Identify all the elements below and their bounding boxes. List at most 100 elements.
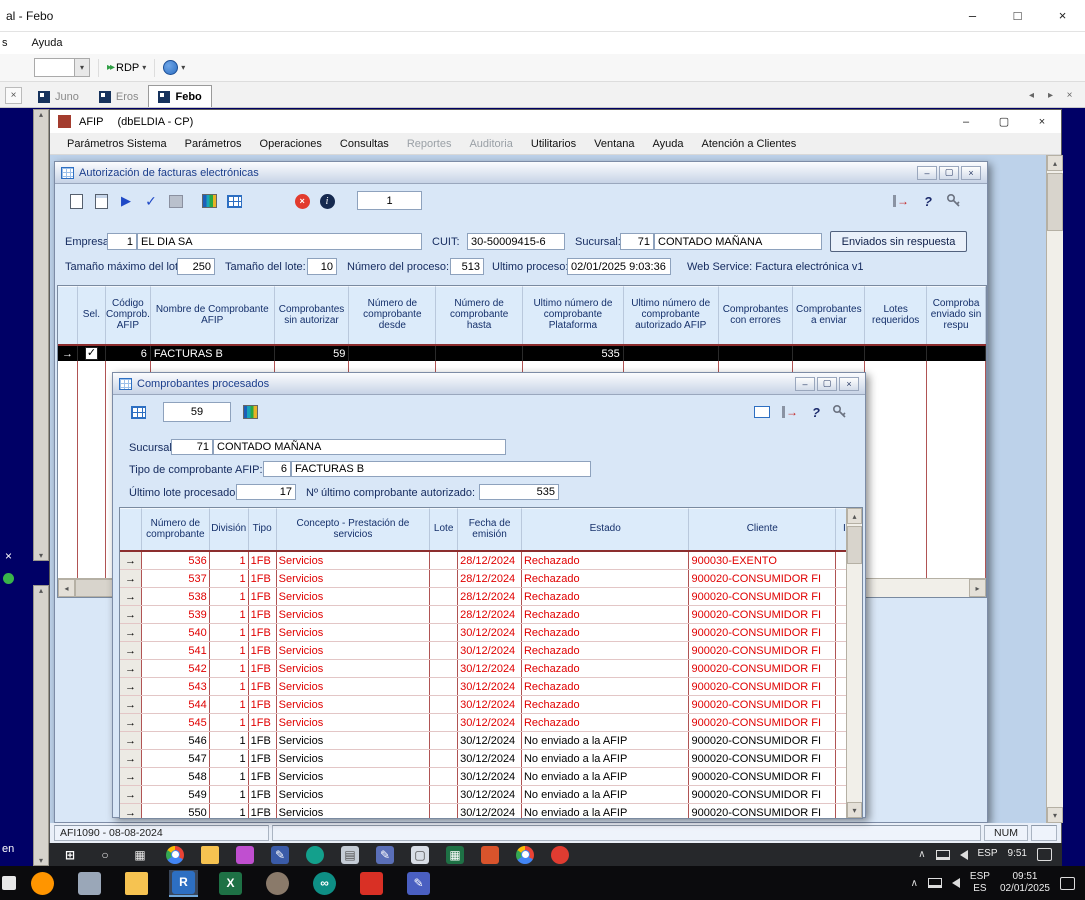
minimize-button[interactable]: – xyxy=(795,377,815,391)
table-row[interactable]: → 546 1 1FB Servicios 30/12/2024 No envi… xyxy=(120,732,862,750)
ultimo-comprobante-field[interactable]: 535 xyxy=(479,484,559,500)
exit-button[interactable]: → xyxy=(779,401,801,423)
close-button[interactable]: × xyxy=(1040,0,1085,31)
column-header[interactable]: Número de comprobante desde xyxy=(349,286,436,344)
firefox-icon[interactable] xyxy=(28,871,57,896)
column-header[interactable]: División xyxy=(210,508,249,550)
paint-app-icon[interactable] xyxy=(233,845,257,865)
empresa-name-field[interactable]: EL DIA SA xyxy=(137,233,422,250)
table-row[interactable]: → 537 1 1FB Servicios 28/12/2024 Rechaza… xyxy=(120,570,862,588)
column-header[interactable]: Tipo xyxy=(249,508,277,550)
clipped-taskbar-icon[interactable] xyxy=(2,876,16,890)
scroll-up-icon[interactable]: ▴ xyxy=(847,508,862,524)
minimize-button[interactable]: – xyxy=(950,0,995,31)
selected-checkbox[interactable]: ✓ xyxy=(85,347,98,360)
scroll-up-icon[interactable]: ▴ xyxy=(1047,155,1063,171)
export-grid-button[interactable] xyxy=(223,190,245,212)
clock[interactable]: 09:51 02/01/2025 xyxy=(1000,871,1050,896)
table-row[interactable]: → 547 1 1FB Servicios 30/12/2024 No envi… xyxy=(120,750,862,768)
column-header[interactable]: Fecha de emisión xyxy=(458,508,522,550)
menu-item[interactable]: Consultas xyxy=(331,138,398,150)
menu-item[interactable]: Operaciones xyxy=(251,138,331,150)
confirm-button[interactable]: ✓ xyxy=(140,190,162,212)
column-header[interactable]: Comproba enviado sin respu xyxy=(927,286,986,344)
tray-expand-icon[interactable]: ∧ xyxy=(911,878,918,889)
start-icon[interactable]: ⊞ xyxy=(58,845,82,865)
menu-item[interactable]: Auditoria xyxy=(460,138,521,150)
restore-button[interactable]: ▢ xyxy=(985,110,1023,133)
left-panel-scrollbar-2[interactable]: ▴ ▾ xyxy=(33,585,49,866)
scroll-right-icon[interactable]: ▸ xyxy=(969,579,986,597)
sucursal-name-field[interactable]: CONTADO MAÑANA xyxy=(213,439,506,455)
lote-field[interactable]: 10 xyxy=(307,258,337,275)
column-header[interactable]: Sel. xyxy=(78,286,106,344)
table-row[interactable]: → 539 1 1FB Servicios 28/12/2024 Rechaza… xyxy=(120,606,862,624)
minimize-button[interactable]: – xyxy=(917,166,937,180)
language-indicator[interactable]: ESP xyxy=(978,848,998,861)
table-row[interactable]: → 548 1 1FB Servicios 30/12/2024 No envi… xyxy=(120,768,862,786)
document-app-icon[interactable]: ▤ xyxy=(338,845,362,865)
session-tab[interactable]: Eros xyxy=(89,85,149,107)
scroll-up-icon[interactable]: ▴ xyxy=(39,110,43,119)
sucursal-code-field[interactable]: 71 xyxy=(620,233,654,250)
column-header[interactable]: Estado xyxy=(522,508,690,550)
table-row[interactable]: → 550 1 1FB Servicios 30/12/2024 No envi… xyxy=(120,804,862,819)
close-button[interactable]: × xyxy=(839,377,859,391)
window-app-icon[interactable]: ▢ xyxy=(408,845,432,865)
table-row[interactable]: → 544 1 1FB Servicios 30/12/2024 Rechaza… xyxy=(120,696,862,714)
menu-item-ayuda[interactable]: Ayuda xyxy=(8,37,63,49)
note-app-icon[interactable]: ✎ xyxy=(404,871,433,896)
grid-vertical-scrollbar[interactable]: ▴ ▾ xyxy=(846,508,862,818)
table-row[interactable]: → 541 1 1FB Servicios 30/12/2024 Rechaza… xyxy=(120,642,862,660)
column-header[interactable]: Código Comprob. AFIP xyxy=(106,286,151,344)
left-panel-scrollbar[interactable]: ▴ ▾ xyxy=(33,109,49,561)
tipo-code-field[interactable]: 6 xyxy=(263,461,291,477)
tray-expand-icon[interactable]: ∧ xyxy=(918,849,925,860)
columns-button[interactable] xyxy=(198,190,220,212)
process-counter-field[interactable]: 1 xyxy=(357,191,422,210)
help-button[interactable]: ? xyxy=(917,190,939,212)
column-header[interactable]: Comprobantes sin autorizar xyxy=(275,286,350,344)
table-row[interactable]: → 536 1 1FB Servicios 28/12/2024 Rechaza… xyxy=(120,552,862,570)
browser2-icon[interactable] xyxy=(513,845,537,865)
scrollbar-thumb[interactable] xyxy=(847,526,862,564)
maximize-button[interactable]: □ xyxy=(995,0,1040,31)
column-header[interactable]: Comprobantes con errores xyxy=(719,286,794,344)
proceso-field[interactable]: 513 xyxy=(450,258,484,275)
column-header[interactable]: Lotes requeridos xyxy=(865,286,927,344)
restore-button[interactable]: ▢ xyxy=(939,166,959,180)
column-header[interactable]: Ultimo número de comprobante Plataforma xyxy=(523,286,624,344)
tipo-name-field[interactable]: FACTURAS B xyxy=(291,461,591,477)
menu-item[interactable]: Reportes xyxy=(398,138,461,150)
file-explorer-icon[interactable] xyxy=(122,871,151,896)
pen2-app-icon[interactable]: ✎ xyxy=(373,845,397,865)
task-view-icon[interactable]: ▦ xyxy=(128,845,152,865)
close-button[interactable]: × xyxy=(1023,110,1061,133)
permissions-button[interactable] xyxy=(943,190,965,212)
menu-item[interactable]: Atención a Clientes xyxy=(692,138,805,150)
network-icon[interactable] xyxy=(936,850,950,860)
session-tab[interactable]: Febo xyxy=(148,85,211,107)
chrome-icon[interactable] xyxy=(163,845,187,865)
teal-app-icon[interactable] xyxy=(303,845,327,865)
save-button[interactable] xyxy=(165,190,187,212)
record-counter-field[interactable]: 59 xyxy=(163,402,231,422)
authorization-titlebar[interactable]: Autorización de facturas electrónicas – … xyxy=(55,162,987,184)
chevron-down-icon[interactable]: ▾ xyxy=(142,63,146,72)
column-header[interactable]: Comprobantes a enviar xyxy=(793,286,865,344)
column-header[interactable]: Nombre de Comprobante AFIP xyxy=(151,286,275,344)
export-grid-button[interactable] xyxy=(127,401,149,423)
volume-icon[interactable] xyxy=(952,878,960,888)
info-button[interactable]: i xyxy=(316,190,338,212)
table-view-button[interactable] xyxy=(751,401,773,423)
minimize-button[interactable]: – xyxy=(947,110,985,133)
scroll-up-icon[interactable]: ▴ xyxy=(39,586,43,595)
connection-combobox[interactable]: ▾ xyxy=(34,58,90,77)
afip-titlebar[interactable]: AFIP (dbELDIA - CP) – ▢ × xyxy=(50,110,1061,133)
clock[interactable]: 9:51 xyxy=(1008,848,1027,861)
search-icon[interactable]: ○ xyxy=(93,845,117,865)
menu-item[interactable]: Utilitarios xyxy=(522,138,585,150)
table-row[interactable]: → 540 1 1FB Servicios 30/12/2024 Rechaza… xyxy=(120,624,862,642)
sucursal-code-field[interactable]: 71 xyxy=(171,439,213,455)
help-button[interactable]: ? xyxy=(805,401,827,423)
